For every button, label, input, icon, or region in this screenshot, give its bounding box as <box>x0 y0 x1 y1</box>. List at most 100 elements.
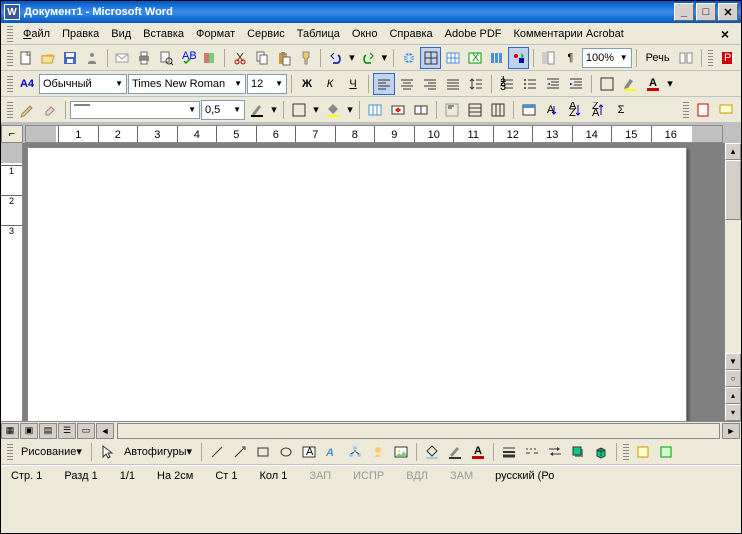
next-page-button[interactable]: ▾ <box>725 404 741 421</box>
eraser-button[interactable] <box>39 99 61 121</box>
insert-picture-button[interactable] <box>390 441 412 463</box>
font-size-combo[interactable]: 12▼ <box>247 74 287 94</box>
page-viewport[interactable] <box>23 143 724 421</box>
toolbar-grip[interactable] <box>7 444 13 460</box>
font-color-dropdown[interactable]: ▾ <box>665 73 675 95</box>
read-button[interactable] <box>676 47 697 69</box>
split-cells-button[interactable] <box>410 99 432 121</box>
toolbar-grip[interactable] <box>708 50 714 66</box>
shadow-button[interactable] <box>567 441 589 463</box>
shading-dropdown[interactable]: ▾ <box>345 99 355 121</box>
menu-window[interactable]: Окно <box>346 26 384 42</box>
draw-table-button[interactable] <box>16 99 38 121</box>
border-color-button[interactable] <box>246 99 268 121</box>
scroll-up-button[interactable]: ▲ <box>725 143 741 160</box>
document-map-button[interactable] <box>538 47 559 69</box>
outline-view-button[interactable]: ☰ <box>58 423 76 439</box>
status-language[interactable]: русский (Ро <box>491 470 558 482</box>
horizontal-scrollbar[interactable] <box>117 423 720 439</box>
print-preview-button[interactable] <box>155 47 176 69</box>
font-color-button-2[interactable]: A <box>467 441 489 463</box>
styles-pane-button[interactable]: A4 <box>16 73 38 95</box>
arrow-button[interactable] <box>229 441 251 463</box>
email-button[interactable] <box>112 47 133 69</box>
menu-edit[interactable]: Правка <box>56 26 105 42</box>
status-ext[interactable]: ВДЛ <box>402 470 432 482</box>
menu-acrobat-comments[interactable]: Комментарии Acrobat <box>508 26 630 42</box>
permissions-button[interactable] <box>82 47 103 69</box>
menu-view[interactable]: Вид <box>105 26 137 42</box>
select-objects-button[interactable] <box>96 441 118 463</box>
font-color-button[interactable]: A <box>642 73 664 95</box>
pdf-button[interactable]: PDF <box>716 47 737 69</box>
undo-button[interactable] <box>325 47 346 69</box>
document-close-button[interactable]: × <box>715 26 735 42</box>
hyperlink-button[interactable] <box>398 47 419 69</box>
menu-adobe-pdf[interactable]: Adobe PDF <box>439 26 508 42</box>
align-left-button[interactable] <box>373 73 395 95</box>
excel-button[interactable]: X <box>464 47 485 69</box>
3d-button[interactable] <box>590 441 612 463</box>
diagram-button[interactable] <box>344 441 366 463</box>
table-autoformat-button[interactable] <box>518 99 540 121</box>
distribute-rows-button[interactable] <box>464 99 486 121</box>
scroll-down-button[interactable]: ▼ <box>725 353 741 370</box>
align-center-button[interactable] <box>396 73 418 95</box>
vertical-scrollbar[interactable]: ▲ ▼ ○ ▴ ▾ <box>724 143 741 421</box>
menu-tools[interactable]: Сервис <box>241 26 291 42</box>
browse-object-button[interactable]: ○ <box>725 370 741 387</box>
toolbar-grip[interactable] <box>7 102 13 118</box>
highlight-button[interactable] <box>619 73 641 95</box>
speech-button[interactable]: Речь <box>641 47 675 69</box>
paste-button[interactable] <box>273 47 294 69</box>
insert-table-button[interactable] <box>442 47 463 69</box>
print-button[interactable] <box>133 47 154 69</box>
oval-button[interactable] <box>275 441 297 463</box>
decrease-indent-button[interactable] <box>542 73 564 95</box>
wordart-button[interactable]: A <box>321 441 343 463</box>
line-style-combo[interactable]: ▼ <box>70 101 200 119</box>
autosum-button[interactable]: Σ <box>610 99 632 121</box>
bold-button[interactable]: Ж <box>296 73 318 95</box>
bullets-button[interactable] <box>519 73 541 95</box>
show-formatting-button[interactable]: ¶ <box>560 47 581 69</box>
sort-desc-button[interactable]: ZA <box>587 99 609 121</box>
outside-border-button[interactable] <box>288 99 310 121</box>
font-combo[interactable]: Times New Roman▼ <box>128 74 246 94</box>
sort-asc-button[interactable]: AZ <box>564 99 586 121</box>
border-color-dropdown[interactable]: ▾ <box>269 99 279 121</box>
cut-button[interactable] <box>229 47 250 69</box>
print-layout-view-button[interactable]: ▤ <box>39 423 57 439</box>
justify-button[interactable] <box>442 73 464 95</box>
rectangle-button[interactable] <box>252 441 274 463</box>
web-layout-view-button[interactable]: ▣ <box>20 423 38 439</box>
drawing-menu-button[interactable]: Рисование ▾ <box>16 441 87 463</box>
new-document-button[interactable] <box>16 47 37 69</box>
toolbar-grip[interactable] <box>623 444 629 460</box>
status-track[interactable]: ИСПР <box>349 470 388 482</box>
border-dropdown[interactable]: ▾ <box>311 99 321 121</box>
close-button[interactable]: ✕ <box>718 3 738 21</box>
hscroll-right-button[interactable]: ► <box>722 423 740 439</box>
merge-cells-button[interactable] <box>387 99 409 121</box>
line-weight-combo[interactable]: 0,5▼ <box>201 100 245 120</box>
redo-button[interactable] <box>358 47 379 69</box>
normal-view-button[interactable]: ▦ <box>1 423 19 439</box>
toolbar-grip[interactable] <box>7 50 13 66</box>
scroll-track[interactable] <box>725 220 741 353</box>
increase-indent-button[interactable] <box>565 73 587 95</box>
columns-button[interactable] <box>486 47 507 69</box>
dash-style-button[interactable] <box>521 441 543 463</box>
style-combo[interactable]: Обычный▼ <box>39 74 127 94</box>
text-box-button[interactable]: A <box>298 441 320 463</box>
menu-format[interactable]: Формат <box>190 26 241 42</box>
reading-view-button[interactable]: ▭ <box>77 423 95 439</box>
document-page[interactable] <box>27 147 687 421</box>
menu-help[interactable]: Справка <box>383 26 438 42</box>
fill-color-button[interactable] <box>421 441 443 463</box>
line-button[interactable] <box>206 441 228 463</box>
autoshapes-button[interactable]: Автофигуры ▾ <box>119 441 197 463</box>
tables-borders-toolbar-button[interactable] <box>420 47 441 69</box>
drawing-toolbar-button[interactable] <box>508 47 529 69</box>
menu-insert[interactable]: Вставка <box>137 26 190 42</box>
